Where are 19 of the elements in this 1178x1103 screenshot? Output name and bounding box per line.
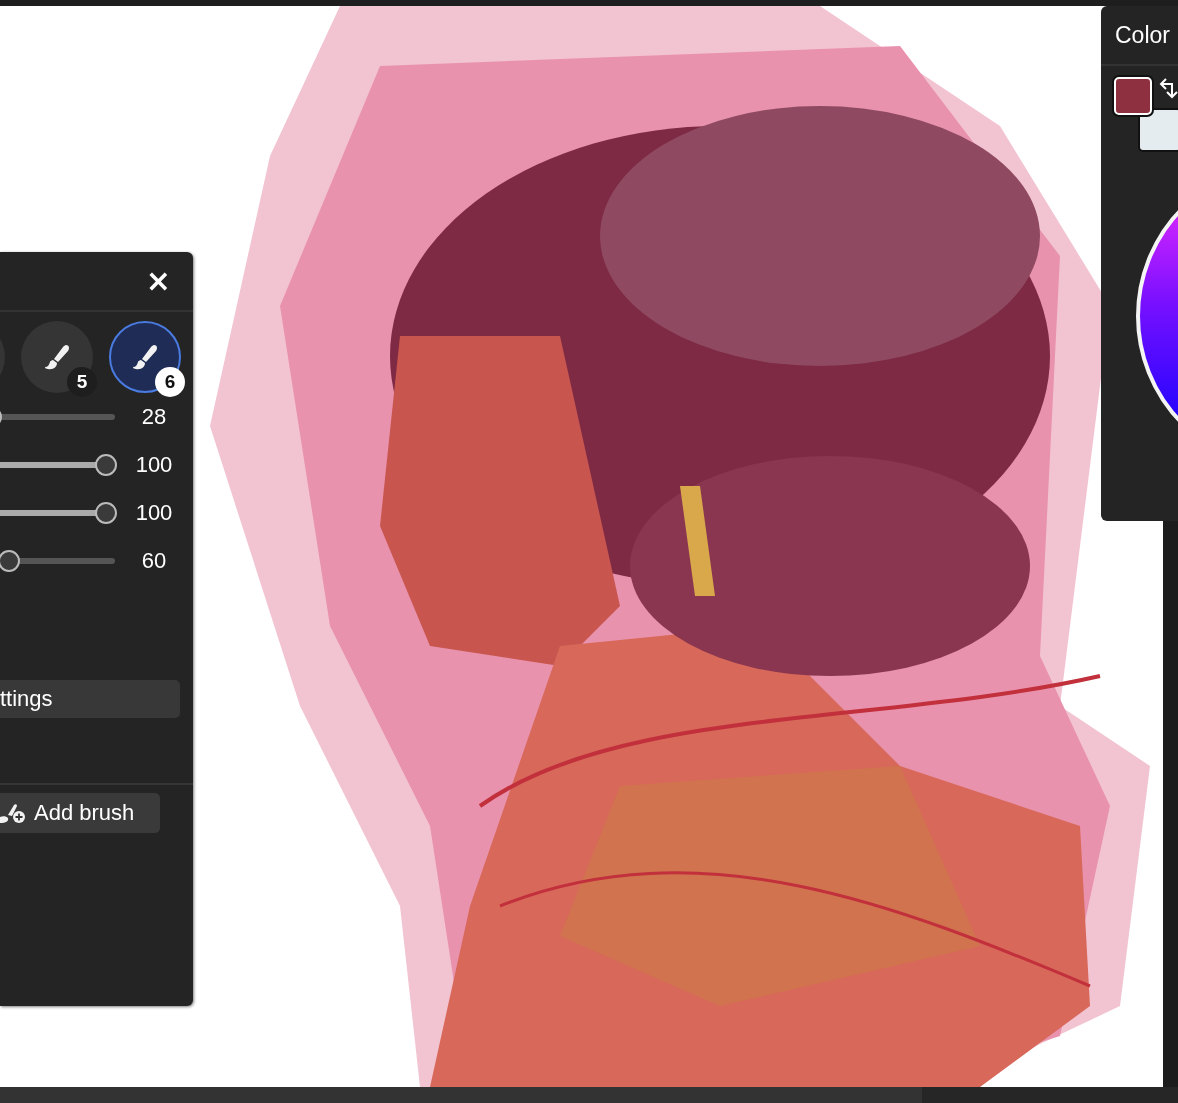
horizontal-scrollbar[interactable]: [0, 1087, 1178, 1103]
brush-icon: [42, 342, 72, 372]
brush-number: 5: [67, 367, 97, 397]
close-button[interactable]: ×: [145, 266, 171, 296]
primary-color-swatch[interactable]: [1114, 77, 1152, 115]
brush-icon: [130, 342, 160, 372]
secondary-color-swatch[interactable]: [1138, 108, 1178, 152]
slider-value: 100: [134, 500, 174, 526]
slider-value: 100: [134, 452, 174, 478]
add-brush-button[interactable]: Add brush: [0, 793, 160, 833]
slider-value: 28: [140, 404, 168, 430]
slider-value: 60: [140, 548, 168, 574]
slider[interactable]: [0, 454, 117, 476]
brush-number: 6: [155, 367, 185, 397]
settings-button[interactable]: ttings: [0, 680, 180, 718]
add-brush-icon: [0, 801, 28, 825]
panel-title: Color: [1115, 21, 1170, 49]
slider[interactable]: [0, 502, 117, 524]
slider[interactable]: [0, 550, 117, 572]
